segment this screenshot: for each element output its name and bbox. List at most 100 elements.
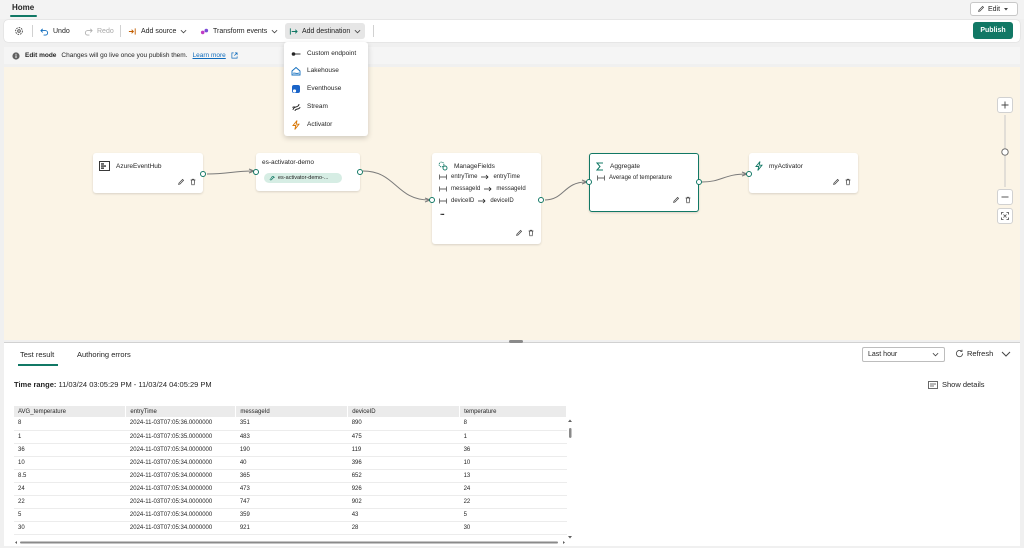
mapping-from: deviceID [451, 198, 475, 204]
publish-button[interactable]: Publish [973, 22, 1013, 39]
mapping-from: entryTime [451, 174, 478, 180]
table-row: 8 2024-11-03T07:05:36.0000000 351 890 8 [14, 417, 567, 431]
output-port[interactable] [357, 169, 363, 175]
field-mapping-row: messageId messageId [439, 186, 526, 192]
transform-events-button[interactable]: Transform events [196, 23, 282, 39]
cell-temperature: 5 [459, 508, 567, 522]
table-row: 24 2024-11-03T07:05:34.0000000 473 926 2… [14, 482, 567, 496]
edit-icon[interactable] [672, 196, 680, 204]
edit-mode-button[interactable]: Edit [970, 2, 1018, 16]
show-details-button[interactable]: Show details [928, 380, 985, 389]
node-stream-title: es-activator-demo [262, 159, 315, 166]
arrow-right-icon [484, 186, 492, 192]
stream-chip[interactable]: es-activator-demo-... [264, 173, 342, 183]
output-port[interactable] [538, 197, 544, 203]
node-stream[interactable]: es-activator-demo es-activator-demo-... [253, 153, 363, 191]
menu-item-label: Stream [307, 103, 328, 110]
input-port[interactable] [253, 169, 259, 175]
cell-message-id: 483 [235, 430, 348, 444]
node-source[interactable]: AzureEventHub [93, 153, 206, 193]
undo-label: Undo [53, 27, 70, 35]
column-header[interactable]: AVG_temperature [14, 406, 127, 417]
menu-item-label: Activator [307, 121, 333, 128]
menu-item-lakehouse[interactable]: Lakehouse [284, 62, 368, 79]
minus-icon [1001, 196, 1009, 198]
panel-resize-handle[interactable] [509, 340, 523, 343]
cell-temperature: 22 [459, 495, 567, 509]
chevron-down-icon [271, 29, 278, 33]
add-source-button[interactable]: Add source [124, 23, 191, 39]
edit-icon[interactable] [832, 178, 840, 186]
zoom-out-button[interactable] [997, 189, 1013, 205]
node-activator[interactable]: myActivator [746, 153, 858, 193]
undo-button[interactable]: Undo [36, 23, 74, 39]
table-vertical-scrollbar[interactable] [567, 418, 573, 540]
cell-message-id: 190 [235, 443, 348, 457]
results-table-container[interactable]: AVG_temperature entryTime messageId devi… [14, 406, 567, 544]
menu-item-activator[interactable]: Activator [284, 116, 368, 133]
column-header[interactable]: temperature [459, 406, 567, 417]
tab-home[interactable]: Home [12, 3, 34, 12]
fit-view-button[interactable] [997, 208, 1013, 224]
time-range-select[interactable]: Last hour [862, 347, 945, 362]
refresh-button[interactable]: Refresh [955, 349, 993, 358]
chevron-down-icon [181, 29, 187, 33]
field-icon [597, 175, 605, 181]
input-port[interactable] [429, 197, 435, 203]
node-aggregate-header: Aggregate [596, 162, 640, 171]
results-table-body: 8 2024-11-03T07:05:36.0000000 351 890 8 … [14, 417, 567, 535]
tab-authoring-errors[interactable]: Authoring errors [77, 350, 131, 359]
field-icon [439, 186, 447, 192]
cell-message-id: 921 [235, 521, 348, 535]
cell-avg-temperature: 8.5 [14, 469, 126, 483]
time-range-text: Time range: 11/03/24 03:05:29 PM - 11/03… [14, 380, 212, 389]
node-manage-fields[interactable]: ManageFields entryTime entryTime message… [429, 153, 544, 244]
gear-icon [15, 27, 23, 35]
pipeline-canvas[interactable]: AzureEventHub es-activator-demo es-activ… [4, 67, 1020, 340]
details-icon [928, 380, 938, 389]
collapse-panel-icon[interactable] [1001, 350, 1011, 358]
learn-more-link[interactable]: Learn more [193, 52, 226, 59]
refresh-label: Refresh [967, 349, 994, 358]
undo-icon [40, 27, 49, 36]
edit-icon[interactable] [515, 229, 523, 237]
eventhouse-icon [292, 84, 300, 93]
lightning-icon [755, 161, 763, 171]
zoom-slider[interactable] [1000, 115, 1010, 187]
toolbar-divider [373, 25, 374, 37]
delete-icon[interactable] [527, 229, 535, 237]
tab-test-result[interactable]: Test result [20, 350, 54, 359]
cell-avg-temperature: 36 [14, 443, 126, 457]
menu-item-eventhouse[interactable]: Eventhouse [284, 80, 368, 97]
menu-item-custom-endpoint[interactable]: Custom endpoint [284, 45, 368, 62]
delete-icon[interactable] [189, 178, 197, 186]
table-row: 30 2024-11-03T07:05:34.0000000 921 28 30 [14, 521, 567, 535]
wire-stream-to-manage [362, 170, 430, 201]
cell-avg-temperature: 24 [14, 482, 126, 496]
output-port[interactable] [200, 171, 206, 177]
input-port[interactable] [586, 179, 592, 185]
wire-source-to-stream [206, 170, 254, 175]
delete-icon[interactable] [684, 196, 692, 204]
input-port[interactable] [746, 171, 752, 177]
cell-message-id: 473 [235, 482, 348, 496]
node-aggregate[interactable]: Aggregate Average of temperature [586, 153, 702, 212]
output-port[interactable] [696, 179, 702, 185]
column-header[interactable]: deviceID [347, 406, 461, 417]
column-header[interactable]: messageId [235, 406, 349, 417]
mapping-to: messageId [496, 186, 526, 192]
tab-home-indicator [10, 15, 37, 17]
table-horizontal-scrollbar[interactable] [14, 540, 567, 545]
menu-item-stream[interactable]: Stream [284, 98, 368, 115]
column-header[interactable]: entryTime [125, 406, 237, 417]
node-manage-header: ManageFields [438, 161, 495, 171]
redo-button[interactable]: Redo [80, 23, 118, 39]
add-destination-label: Add destination [302, 27, 351, 35]
add-destination-button[interactable]: Add destination [285, 23, 366, 39]
edit-icon[interactable] [177, 178, 185, 186]
settings-button[interactable] [10, 23, 28, 39]
info-icon [12, 51, 20, 60]
zoom-in-button[interactable] [997, 97, 1013, 113]
mapping-to: deviceID [490, 198, 514, 204]
delete-icon[interactable] [844, 178, 852, 186]
